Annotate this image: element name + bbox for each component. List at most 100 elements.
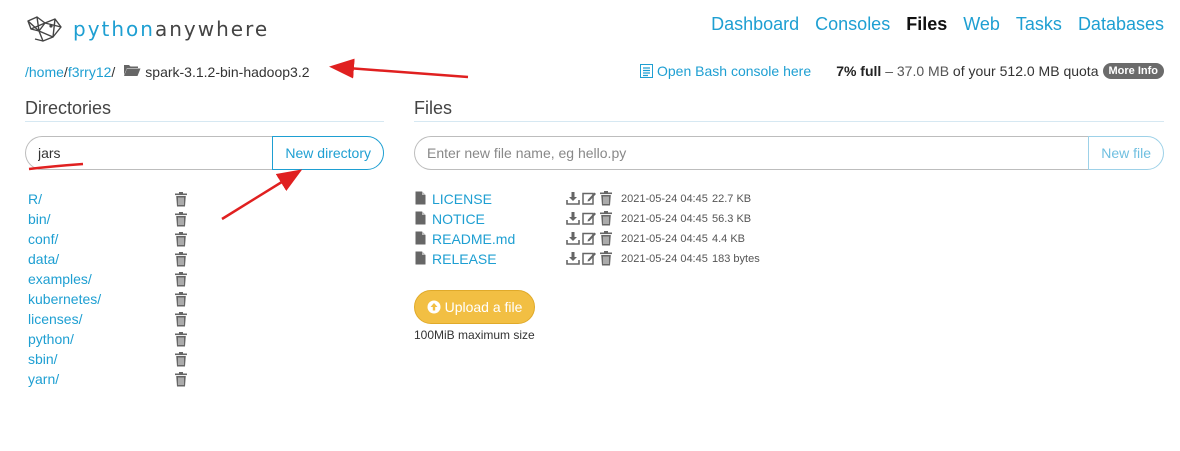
nav-consoles[interactable]: Consoles xyxy=(815,14,890,35)
directory-link[interactable]: licenses/ xyxy=(28,311,82,327)
delete-directory-trash-icon[interactable] xyxy=(174,312,188,330)
directory-link[interactable]: python/ xyxy=(28,331,74,347)
new-directory-group: New directory xyxy=(25,136,384,170)
quota-total: 512.0 MB xyxy=(999,63,1060,79)
file-actions xyxy=(566,231,613,249)
nav-databases[interactable]: Databases xyxy=(1078,14,1164,35)
delete-directory-trash-icon[interactable] xyxy=(174,332,188,350)
storage-quota: 7% full – 37.0 MB of your 512.0 MB quota… xyxy=(836,63,1164,79)
file-item: NOTICE 2021-05-24 04:45 56.3 KB xyxy=(415,209,815,229)
directory-link[interactable]: conf/ xyxy=(28,231,58,247)
file-actions xyxy=(566,251,613,269)
delete-directory-trash-icon[interactable] xyxy=(174,292,188,310)
annotation-arrow-breadcrumb xyxy=(329,58,469,79)
download-icon[interactable] xyxy=(566,191,580,209)
delete-directory-trash-icon[interactable] xyxy=(174,272,188,290)
directory-item: data/ xyxy=(28,249,188,269)
file-icon xyxy=(415,211,426,228)
file-size: 22.7 KB xyxy=(712,193,752,205)
file-icon xyxy=(415,231,426,248)
file-icon xyxy=(415,191,426,208)
file-link[interactable]: LICENSE xyxy=(432,191,492,207)
directory-item: examples/ xyxy=(28,269,188,289)
directory-link[interactable]: kubernetes/ xyxy=(28,291,101,307)
nav-dashboard[interactable]: Dashboard xyxy=(711,14,799,35)
nav-web[interactable]: Web xyxy=(963,14,1000,35)
delete-directory-trash-icon[interactable] xyxy=(174,232,188,250)
directory-item: yarn/ xyxy=(28,369,188,389)
download-icon[interactable] xyxy=(566,231,580,249)
quota-used: 37.0 MB xyxy=(896,63,950,79)
directory-link[interactable]: sbin/ xyxy=(28,351,58,367)
directory-item: sbin/ xyxy=(28,349,188,369)
directory-link[interactable]: R/ xyxy=(28,191,42,207)
file-item: README.md 2021-05-24 04:45 4.4 KB xyxy=(415,229,815,249)
delete-directory-trash-icon[interactable] xyxy=(174,372,188,390)
file-list: LICENSE 2021-05-24 04:45 22.7 KB NOTICE 2021… xyxy=(415,189,815,269)
trash-icon[interactable] xyxy=(599,251,613,269)
edit-icon[interactable] xyxy=(582,191,597,209)
directory-link[interactable]: bin/ xyxy=(28,211,51,227)
directories-heading: Directories xyxy=(25,98,112,118)
breadcrumb-home[interactable]: /home xyxy=(25,64,64,80)
file-link[interactable]: README.md xyxy=(432,231,515,247)
new-file-button[interactable]: New file xyxy=(1088,136,1164,170)
pythonanywhere-logo[interactable]: pythonanywhere xyxy=(25,13,269,45)
new-directory-button[interactable]: New directory xyxy=(272,136,384,170)
directories-divider xyxy=(25,121,384,122)
directory-item: bin/ xyxy=(28,209,188,229)
terminal-icon xyxy=(640,64,653,78)
annotation-arrow-new-directory xyxy=(221,169,303,221)
file-actions xyxy=(566,211,613,229)
directory-name-input[interactable] xyxy=(25,136,273,170)
upload-size-note: 100MiB maximum size xyxy=(414,328,535,342)
file-name-input[interactable] xyxy=(414,136,1089,170)
directory-link[interactable]: yarn/ xyxy=(28,371,59,387)
snake-logo-icon xyxy=(27,16,62,42)
quota-dash: – xyxy=(881,63,897,79)
directory-item: R/ xyxy=(28,189,188,209)
file-actions xyxy=(566,191,613,209)
download-icon[interactable] xyxy=(566,251,580,269)
open-bash-console-label: Open Bash console here xyxy=(657,63,812,79)
logo-text-python: python xyxy=(73,17,155,41)
file-modified-date: 2021-05-24 04:45 xyxy=(621,253,708,265)
breadcrumb-user[interactable]: f3rry12 xyxy=(68,64,112,80)
more-info-badge[interactable]: More Info xyxy=(1102,63,1164,79)
upload-file-label: Upload a file xyxy=(444,299,523,315)
directory-link[interactable]: data/ xyxy=(28,251,59,267)
delete-directory-trash-icon[interactable] xyxy=(174,212,188,230)
trash-icon[interactable] xyxy=(599,191,613,209)
file-size: 4.4 KB xyxy=(712,233,746,245)
edit-icon[interactable] xyxy=(582,211,597,229)
file-item: RELEASE 2021-05-24 04:45 183 bytes xyxy=(415,249,815,269)
file-link[interactable]: RELEASE xyxy=(432,251,497,267)
files-divider xyxy=(414,121,1164,122)
directory-link[interactable]: examples/ xyxy=(28,271,92,287)
file-icon xyxy=(415,251,426,268)
download-icon[interactable] xyxy=(566,211,580,229)
directory-item: python/ xyxy=(28,329,188,349)
delete-directory-trash-icon[interactable] xyxy=(174,352,188,370)
trash-icon[interactable] xyxy=(599,231,613,249)
file-link[interactable]: NOTICE xyxy=(432,211,485,227)
breadcrumb-current: spark-3.1.2-bin-hadoop3.2 xyxy=(145,63,310,80)
trash-icon[interactable] xyxy=(599,211,613,229)
directory-item: conf/ xyxy=(28,229,188,249)
delete-directory-trash-icon[interactable] xyxy=(174,252,188,270)
directory-item: licenses/ xyxy=(28,309,188,329)
folder-open-icon xyxy=(123,63,141,80)
nav-tasks[interactable]: Tasks xyxy=(1016,14,1062,35)
file-item: LICENSE 2021-05-24 04:45 22.7 KB xyxy=(415,189,815,209)
edit-icon[interactable] xyxy=(582,251,597,269)
files-heading: Files xyxy=(414,98,453,118)
nav-files[interactable]: Files xyxy=(906,14,947,35)
edit-icon[interactable] xyxy=(582,231,597,249)
upload-circle-icon xyxy=(427,300,441,314)
file-modified-date: 2021-05-24 04:45 xyxy=(621,233,708,245)
breadcrumb-separator: / xyxy=(111,63,116,80)
delete-directory-trash-icon[interactable] xyxy=(174,192,188,210)
file-size: 183 bytes xyxy=(712,253,760,265)
open-bash-console-link[interactable]: Open Bash console here xyxy=(640,63,811,79)
upload-file-button[interactable]: Upload a file xyxy=(414,290,535,324)
